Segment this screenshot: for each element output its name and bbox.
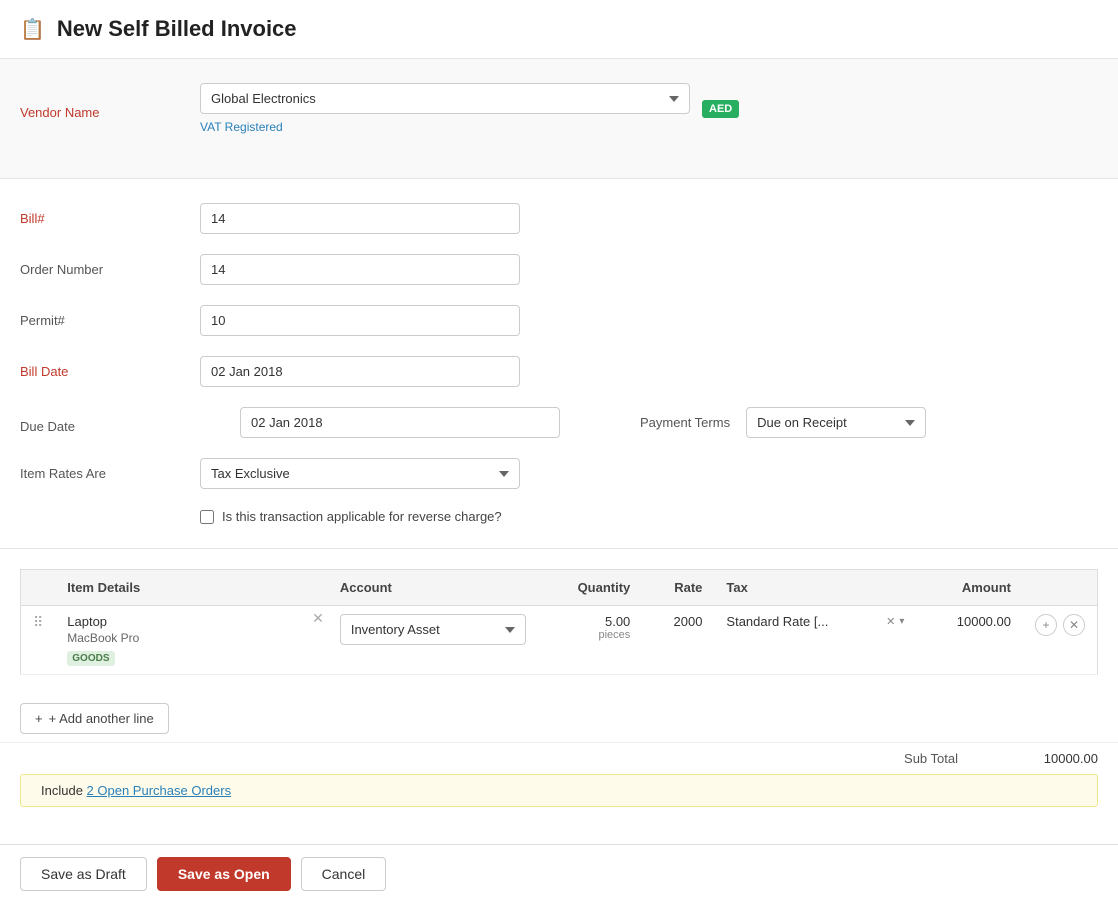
currency-badge: AED (702, 100, 739, 118)
reverse-charge-checkbox[interactable] (200, 510, 214, 524)
bill-input[interactable] (200, 203, 520, 234)
page-title: New Self Billed Invoice (57, 16, 297, 42)
bill-date-input[interactable] (200, 356, 520, 387)
item-remove-button[interactable]: ✕ (312, 610, 324, 627)
drag-cell: ⠿ (21, 606, 56, 675)
subtotal-value: 10000.00 (1018, 751, 1098, 766)
amount-value: 10000.00 (957, 614, 1011, 629)
order-number-row: Order Number (20, 254, 1098, 285)
account-select[interactable]: Inventory Asset (340, 614, 526, 645)
vendor-select[interactable]: Global Electronics (200, 83, 690, 114)
item-rates-select[interactable]: Tax Exclusive Tax Inclusive (200, 458, 520, 489)
subtotal-label: Sub Total (904, 751, 958, 766)
col-item-details: Item Details (55, 570, 328, 606)
order-number-input[interactable] (200, 254, 520, 285)
invoice-icon: 📋 (20, 17, 45, 42)
table-row: ⠿ Laptop MacBook Pro GOODS ✕ Inventory A… (21, 606, 1098, 675)
item-rates-select-wrap: Tax Exclusive Tax Inclusive (200, 458, 520, 489)
line-items-table: Item Details Account Quantity Rate Tax A… (20, 569, 1098, 675)
open-purchase-orders-link[interactable]: 2 Open Purchase Orders (87, 783, 232, 798)
payment-terms-label: Payment Terms (640, 415, 730, 430)
table-header-row: Item Details Account Quantity Rate Tax A… (21, 570, 1098, 606)
tax-value: Standard Rate [... (726, 614, 882, 629)
col-account: Account (328, 570, 538, 606)
order-number-label: Order Number (20, 254, 200, 277)
permit-input[interactable] (200, 305, 520, 336)
col-actions (1023, 570, 1098, 606)
permit-label: Permit# (20, 305, 200, 328)
permit-row: Permit# (20, 305, 1098, 336)
rate-value: 2000 (674, 614, 703, 629)
tax-chevron-icon[interactable]: ▾ (899, 616, 904, 627)
cancel-button[interactable]: Cancel (301, 857, 387, 891)
reverse-charge-row: Is this transaction applicable for rever… (200, 509, 800, 524)
row-add-button[interactable]: + (1035, 614, 1057, 636)
include-po-section: Include 2 Open Purchase Orders (20, 774, 1098, 807)
bill-row: Bill# (20, 203, 1098, 234)
include-po-text: Include (41, 783, 87, 798)
bill-date-row: Bill Date (20, 356, 1098, 387)
vat-link[interactable]: VAT Registered (200, 120, 690, 134)
payment-terms-wrap: Payment Terms Due on Receipt Net 30 Net … (640, 407, 926, 438)
quantity-unit: pieces (550, 629, 631, 641)
item-rates-row: Item Rates Are Tax Exclusive Tax Inclusi… (20, 458, 1098, 489)
col-tax: Tax (714, 570, 916, 606)
save-draft-button[interactable]: Save as Draft (20, 857, 147, 891)
item-subname: MacBook Pro (67, 631, 316, 645)
item-detail-cell: Laptop MacBook Pro GOODS ✕ (55, 606, 328, 675)
add-line-label: + Add another line (49, 711, 154, 726)
vendor-label: Vendor Name (20, 97, 200, 120)
col-quantity: Quantity (538, 570, 643, 606)
bill-label: Bill# (20, 203, 200, 226)
footer-bar: Save as Draft Save as Open Cancel (0, 844, 1118, 903)
permit-input-wrap (200, 305, 520, 336)
subtotal-row: Sub Total 10000.00 (0, 742, 1118, 774)
bill-date-input-wrap (200, 356, 520, 387)
quantity-value: 5.00 (550, 614, 631, 629)
col-rate: Rate (642, 570, 714, 606)
reverse-charge-label: Is this transaction applicable for rever… (222, 509, 502, 524)
save-open-button[interactable]: Save as Open (157, 857, 291, 891)
account-cell: Inventory Asset (328, 606, 538, 675)
table-section: Item Details Account Quantity Rate Tax A… (0, 549, 1118, 691)
col-amount: Amount (916, 570, 1023, 606)
vendor-row: Vendor Name Global Electronics VAT Regis… (20, 83, 1098, 134)
row-delete-button[interactable]: ✕ (1063, 614, 1085, 636)
item-rates-label: Item Rates Are (20, 458, 200, 481)
bill-date-label: Bill Date (20, 356, 200, 379)
item-tag: GOODS (67, 651, 114, 666)
add-line-section: + + Add another line (0, 691, 1118, 742)
quantity-cell: 5.00 pieces (538, 606, 643, 675)
tax-remove-icon[interactable]: ✕ (886, 615, 895, 628)
due-date-payment-row: Due Date Payment Terms Due on Receipt Ne… (20, 407, 1098, 438)
due-date-label: Due Date (20, 411, 200, 434)
bill-input-wrap (200, 203, 520, 234)
add-icon: + (35, 711, 43, 726)
drag-handle-icon[interactable]: ⠿ (33, 614, 43, 630)
page-header: 📋 New Self Billed Invoice (0, 0, 1118, 59)
add-line-button[interactable]: + + Add another line (20, 703, 169, 734)
due-date-input[interactable] (240, 407, 560, 438)
rate-cell: 2000 (642, 606, 714, 675)
vendor-section: Vendor Name Global Electronics VAT Regis… (0, 59, 1118, 179)
vendor-select-wrap: Global Electronics VAT Registered (200, 83, 690, 134)
due-date-input-wrap (240, 407, 560, 438)
item-name: Laptop (67, 614, 316, 629)
form-section: Bill# Order Number Permit# Bill Date (0, 179, 1118, 549)
tax-cell: Standard Rate [... ✕ ▾ (714, 606, 916, 675)
payment-terms-select[interactable]: Due on Receipt Net 30 Net 60 (746, 407, 926, 438)
amount-cell: 10000.00 (916, 606, 1023, 675)
col-drag (21, 570, 56, 606)
row-actions-cell: + ✕ (1023, 606, 1098, 675)
order-number-input-wrap (200, 254, 520, 285)
